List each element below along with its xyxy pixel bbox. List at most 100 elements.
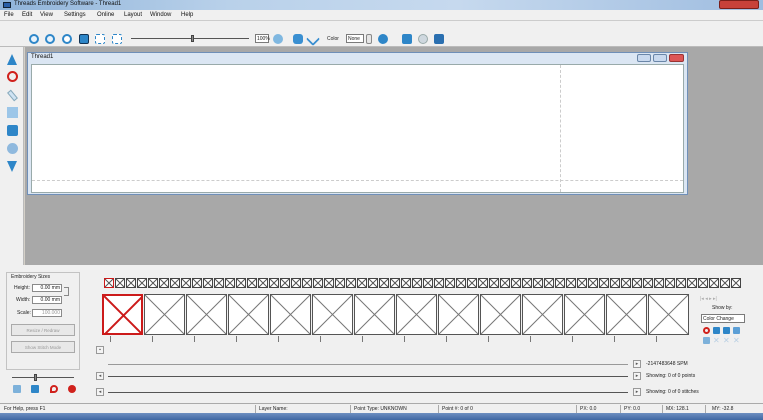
thread-slot[interactable] bbox=[599, 278, 609, 288]
menu-layout[interactable]: Layout bbox=[124, 12, 142, 18]
remove-color-icon-1[interactable]: ✕ bbox=[713, 337, 721, 345]
thread-slot[interactable] bbox=[379, 278, 389, 288]
stitch-frame[interactable] bbox=[480, 294, 521, 335]
zoom-fit-icon[interactable] bbox=[62, 34, 72, 44]
stitch-frame[interactable] bbox=[396, 294, 437, 335]
width-field[interactable]: 0.00 mm bbox=[32, 296, 62, 304]
stitch-frame[interactable] bbox=[312, 294, 353, 335]
color-spinner[interactable] bbox=[366, 34, 372, 44]
thread-slot[interactable] bbox=[192, 278, 202, 288]
height-field[interactable]: 0.00 mm bbox=[32, 284, 62, 292]
thread-slot[interactable] bbox=[687, 278, 697, 288]
remove-color-icon-3[interactable]: ✕ bbox=[733, 337, 741, 345]
points-slider-track[interactable] bbox=[108, 376, 628, 377]
thread-slot[interactable] bbox=[324, 278, 334, 288]
color-select[interactable]: None bbox=[346, 34, 364, 43]
menu-file[interactable]: File bbox=[4, 12, 14, 18]
menu-window[interactable]: Window bbox=[150, 12, 171, 18]
location-pin-icon[interactable] bbox=[50, 385, 58, 393]
remove-color-icon-2[interactable]: ✕ bbox=[723, 337, 731, 345]
thread-slot[interactable] bbox=[170, 278, 180, 288]
menu-view[interactable]: View bbox=[40, 12, 53, 18]
zoom-selection-icon[interactable] bbox=[112, 34, 122, 44]
points-back-button[interactable]: ◂ bbox=[96, 372, 104, 380]
speed-slider-track[interactable] bbox=[12, 377, 74, 378]
thread-slot[interactable] bbox=[731, 278, 741, 288]
record-small-icon[interactable] bbox=[703, 327, 710, 334]
save-design-icon[interactable] bbox=[434, 34, 444, 44]
lock-aspect-icon[interactable] bbox=[64, 287, 69, 296]
grid-icon[interactable] bbox=[7, 107, 18, 118]
scale-field[interactable]: 100.000 bbox=[32, 309, 62, 317]
settings-gear-icon[interactable] bbox=[7, 143, 18, 154]
zoom-out-icon[interactable] bbox=[45, 34, 55, 44]
thread-slot[interactable] bbox=[643, 278, 653, 288]
zoom-slider-track[interactable] bbox=[131, 38, 249, 39]
thread-slot[interactable] bbox=[467, 278, 477, 288]
thread-slot[interactable] bbox=[533, 278, 543, 288]
thread-slot[interactable] bbox=[357, 278, 367, 288]
stitch-frame[interactable] bbox=[144, 294, 185, 335]
thread-slot[interactable] bbox=[148, 278, 158, 288]
thread-slot[interactable] bbox=[181, 278, 191, 288]
thread-slot[interactable] bbox=[291, 278, 301, 288]
zoom-window-icon[interactable] bbox=[79, 34, 89, 44]
thread-slot[interactable] bbox=[588, 278, 598, 288]
export-icon[interactable] bbox=[733, 327, 740, 334]
points-forward-button[interactable]: ▸ bbox=[633, 372, 641, 380]
stitch-tool-icon[interactable] bbox=[13, 385, 21, 393]
stitch-frame[interactable] bbox=[354, 294, 395, 335]
thread-slot[interactable] bbox=[632, 278, 642, 288]
speed-slider-thumb[interactable] bbox=[34, 374, 37, 381]
layers-icon[interactable] bbox=[402, 34, 412, 44]
thread-slot[interactable] bbox=[225, 278, 235, 288]
resize-redraw-button[interactable]: Resize / Redraw bbox=[11, 324, 75, 336]
thread-slot[interactable] bbox=[104, 278, 114, 288]
stitches-back-button[interactable]: ◂ bbox=[96, 388, 104, 396]
stitches-forward-button[interactable]: ▸ bbox=[633, 388, 641, 396]
thread-slot[interactable] bbox=[500, 278, 510, 288]
check-icon[interactable] bbox=[305, 31, 321, 47]
design-canvas[interactable] bbox=[31, 64, 684, 193]
thread-slot[interactable] bbox=[577, 278, 587, 288]
thread-slot[interactable] bbox=[159, 278, 169, 288]
print-icon[interactable] bbox=[723, 327, 730, 334]
thread-slot[interactable] bbox=[478, 278, 488, 288]
thread-slot[interactable] bbox=[511, 278, 521, 288]
thread-slot[interactable] bbox=[676, 278, 686, 288]
stitch-frame[interactable] bbox=[648, 294, 689, 335]
edit-color-icon[interactable] bbox=[703, 337, 710, 344]
design-icon[interactable] bbox=[31, 385, 39, 393]
thread-slot[interactable] bbox=[214, 278, 224, 288]
minimize-button[interactable] bbox=[637, 54, 651, 62]
show-stitch-mode-button[interactable]: Show Stitch Mode bbox=[11, 341, 75, 353]
thread-slot[interactable] bbox=[423, 278, 433, 288]
thread-slot[interactable] bbox=[621, 278, 631, 288]
thread-slot[interactable] bbox=[489, 278, 499, 288]
thread-slot[interactable] bbox=[302, 278, 312, 288]
thread-slot[interactable] bbox=[258, 278, 268, 288]
globe-icon[interactable] bbox=[418, 34, 428, 44]
stitch-count-forward-button[interactable]: ▸ bbox=[633, 360, 641, 368]
thread-slot[interactable] bbox=[555, 278, 565, 288]
close-document-button[interactable] bbox=[669, 54, 684, 62]
thread-slot[interactable] bbox=[566, 278, 576, 288]
thread-slot[interactable] bbox=[654, 278, 664, 288]
stitch-frame[interactable] bbox=[522, 294, 563, 335]
thread-slot[interactable] bbox=[247, 278, 257, 288]
thread-slot[interactable] bbox=[522, 278, 532, 288]
record-icon[interactable] bbox=[7, 71, 18, 82]
cube-icon[interactable] bbox=[7, 125, 18, 136]
thread-slot[interactable] bbox=[236, 278, 246, 288]
thread-slot[interactable] bbox=[346, 278, 356, 288]
frame-step-button[interactable]: ▪ bbox=[96, 346, 104, 354]
zoom-value-field[interactable]: 100% bbox=[255, 34, 270, 43]
menu-online[interactable]: Online bbox=[97, 12, 114, 18]
stitch-frame[interactable] bbox=[228, 294, 269, 335]
menu-help[interactable]: Help bbox=[181, 12, 193, 18]
menu-edit[interactable]: Edit bbox=[22, 12, 32, 18]
stop-icon[interactable] bbox=[68, 385, 76, 393]
playback-controls[interactable]: |◂ ◂ ▸ ▸| bbox=[700, 296, 750, 302]
thread-slot[interactable] bbox=[665, 278, 675, 288]
thread-slot[interactable] bbox=[335, 278, 345, 288]
